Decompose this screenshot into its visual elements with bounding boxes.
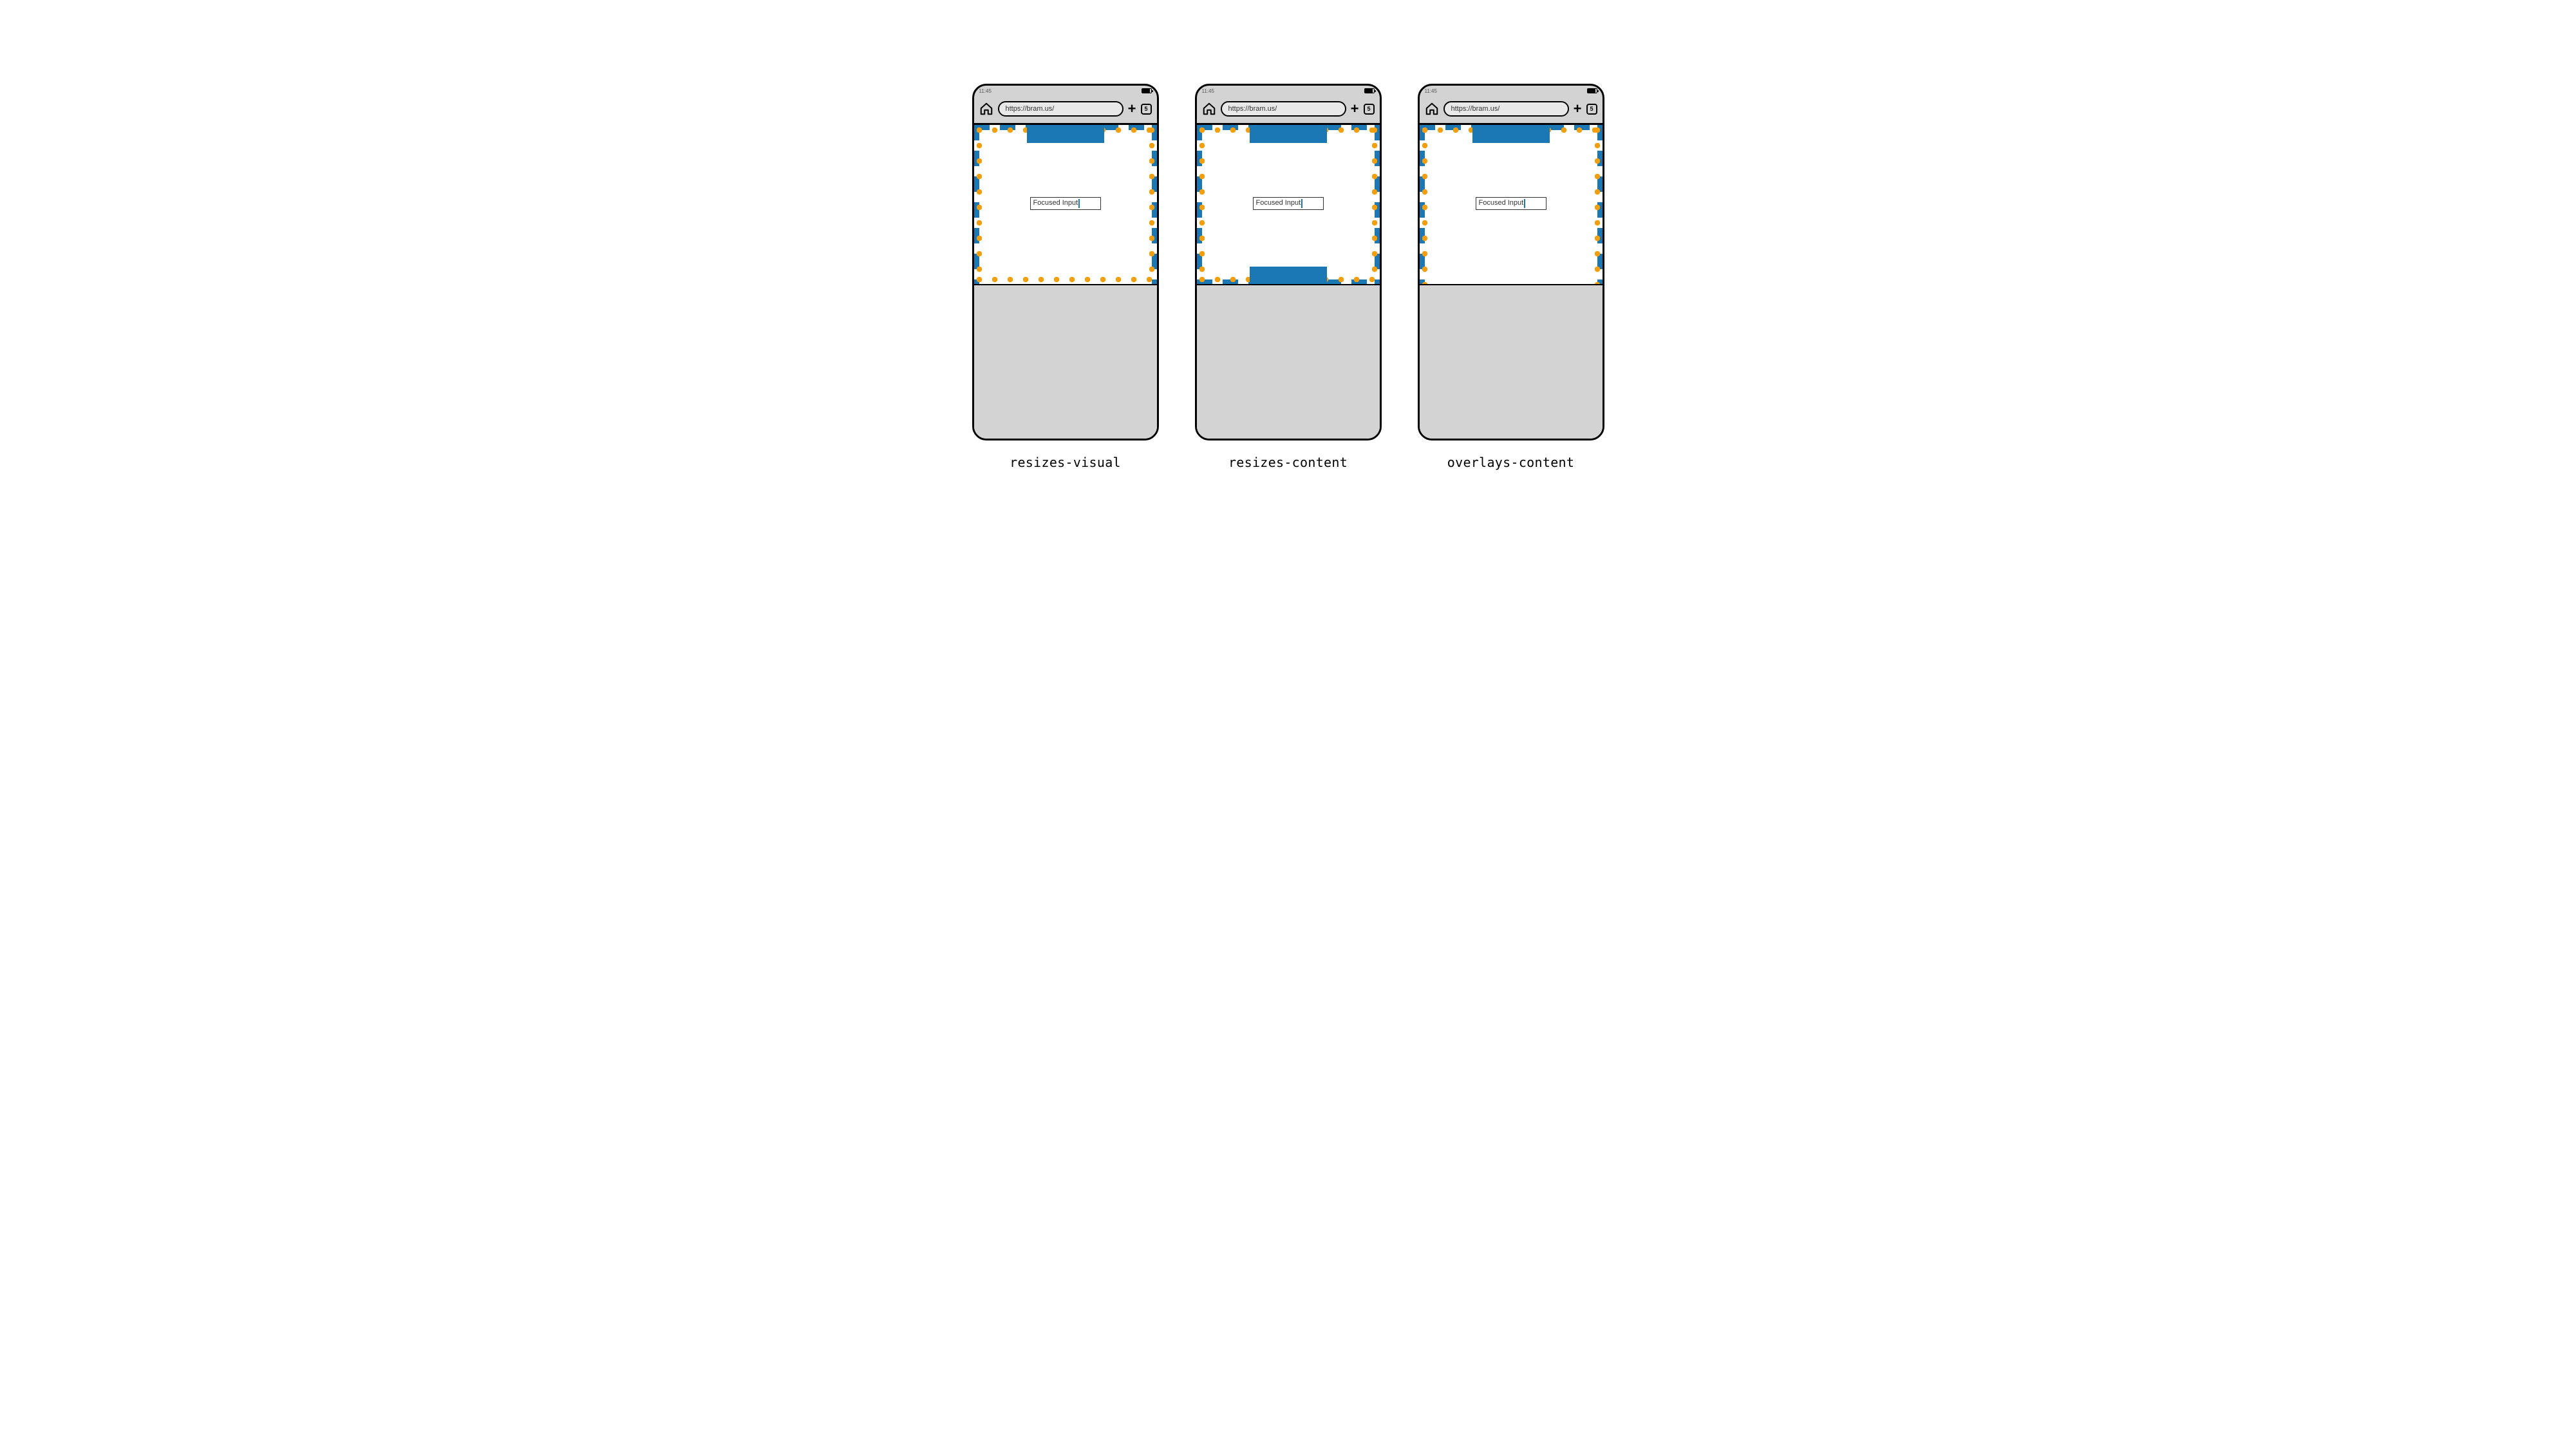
address-bar: https://bram.us/ + 5 [1420,96,1603,122]
tab-count-badge[interactable]: 5 [1364,104,1375,115]
status-time: 11:45 [1425,88,1437,94]
status-time: 11:45 [1202,88,1214,94]
column-resizes-visual: 11:45 https://bram.us/ + 5 [972,84,1159,544]
fixed-top-bar [1027,125,1104,143]
focused-input[interactable]: Focused Input [1476,197,1547,210]
plus-icon[interactable]: + [1351,102,1359,116]
focused-input[interactable]: Focused Input [1030,197,1101,210]
column-resizes-content: 11:45 https://bram.us/ + 5 [1195,84,1382,544]
url-field[interactable]: https://bram.us/ [1221,101,1346,117]
focused-input[interactable]: Focused Input [1253,197,1324,210]
home-icon[interactable] [1425,102,1439,116]
text-cursor [1524,199,1525,208]
on-screen-keyboard [1197,284,1380,439]
home-icon[interactable] [1202,102,1216,116]
focused-input-label: Focused Input [1256,198,1301,209]
on-screen-keyboard [1420,284,1603,439]
caption: overlays-content [1447,455,1574,470]
focused-input-label: Focused Input [1479,198,1524,209]
fixed-top-bar [1472,125,1550,143]
battery-icon [1587,88,1597,93]
focused-input-label: Focused Input [1033,198,1078,209]
text-cursor [1078,199,1080,208]
status-bar: 11:45 [974,86,1157,96]
status-time: 11:45 [979,88,992,94]
address-bar: https://bram.us/ + 5 [1197,96,1380,122]
page-area: Focused Input [1420,125,1603,439]
phone-frame: 11:45 https://bram.us/ + 5 [972,84,1159,440]
battery-icon [1364,88,1375,93]
status-bar: 11:45 [1420,86,1603,96]
url-field[interactable]: https://bram.us/ [998,101,1123,117]
phone-frame: 11:45 https://bram.us/ + 5 [1418,84,1604,440]
plus-icon[interactable]: + [1574,102,1582,116]
on-screen-keyboard [974,284,1157,439]
text-cursor [1301,199,1302,208]
status-bar: 11:45 [1197,86,1380,96]
tab-count-badge[interactable]: 5 [1141,104,1152,115]
home-icon[interactable] [979,102,993,116]
caption: resizes-visual [1010,455,1121,470]
tab-count-badge[interactable]: 5 [1586,104,1597,115]
diagram-stage: 11:45 https://bram.us/ + 5 [805,0,1771,544]
fixed-top-bar [1250,125,1327,143]
plus-icon[interactable]: + [1128,102,1136,116]
page-area: Focused Input [1197,125,1380,439]
page-area: Focused Input [974,125,1157,439]
phone-frame: 11:45 https://bram.us/ + 5 [1195,84,1382,440]
caption: resizes-content [1228,455,1348,470]
address-bar: https://bram.us/ + 5 [974,96,1157,122]
fixed-bottom-bar [1250,267,1327,285]
url-field[interactable]: https://bram.us/ [1443,101,1569,117]
column-overlays-content: 11:45 https://bram.us/ + 5 [1418,84,1604,544]
battery-icon [1142,88,1152,93]
